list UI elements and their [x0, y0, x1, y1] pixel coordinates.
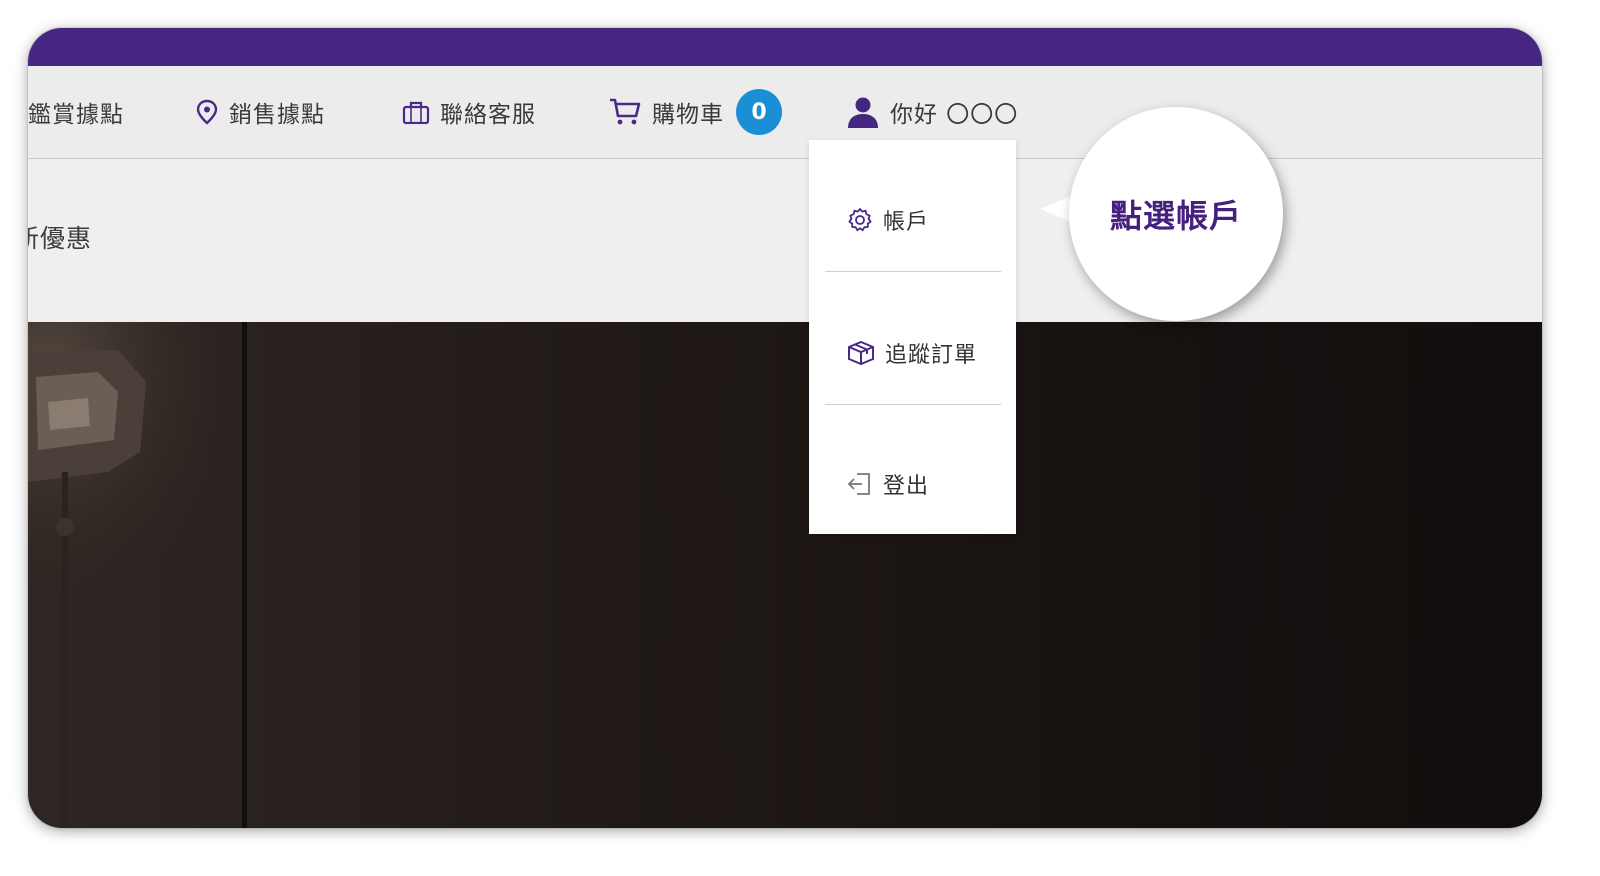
account-dropdown-menu: 帳戶 追蹤訂單 登出: [809, 140, 1016, 534]
menu-divider: [825, 404, 1001, 405]
nav-view-points[interactable]: 鑑賞據點: [28, 66, 124, 158]
cart-count-badge: 0: [736, 89, 782, 135]
location-pin-icon: [195, 99, 219, 125]
menu-item-track-order[interactable]: 追蹤訂單: [809, 313, 1016, 393]
main-navigation: 鑑賞據點 銷售據點 聯絡客服 購物車 0 你好 〇〇〇: [28, 66, 1542, 159]
menu-item-logout-label: 登出: [883, 474, 930, 499]
nav-cart[interactable]: 購物車 0: [608, 66, 782, 158]
callout-text: 點選帳戶: [1109, 197, 1242, 235]
nav-customer-service[interactable]: 聯絡客服: [402, 66, 536, 158]
briefcase-icon: [402, 100, 430, 124]
menu-item-track-order-label: 追蹤訂單: [885, 343, 978, 368]
user-icon: [846, 95, 880, 129]
nav-sales-points-label: 銷售據點: [229, 102, 325, 128]
greeting-text: 你好 〇〇〇: [890, 102, 1019, 128]
browser-frame: 鑑賞據點 銷售據點 聯絡客服 購物車 0 你好 〇〇〇 優惠 帳戶 追蹤訂單 登…: [28, 28, 1542, 828]
menu-item-logout[interactable]: 登出: [809, 444, 1016, 524]
instruction-callout: 點選帳戶: [1069, 107, 1283, 321]
menu-item-account-label: 帳戶: [883, 210, 930, 235]
hero-lamp-graphic: [28, 322, 448, 828]
top-brand-bar: [28, 28, 1542, 66]
menu-item-account[interactable]: 帳戶: [809, 180, 1016, 260]
hero-image: [28, 322, 1542, 828]
nav-sales-points[interactable]: 銷售據點: [195, 66, 325, 158]
promo-strip: 新優惠: [28, 159, 1542, 322]
cart-icon: [608, 97, 642, 127]
promo-link[interactable]: 新優惠: [28, 219, 92, 255]
logout-icon: [847, 471, 873, 497]
hero-wall-seam: [242, 322, 247, 828]
gear-icon: [847, 207, 873, 233]
nav-cart-label: 購物車: [652, 102, 724, 128]
package-icon: [847, 340, 875, 366]
menu-divider: [825, 271, 1001, 272]
nav-customer-service-label: 聯絡客服: [440, 102, 536, 128]
nav-view-points-label: 鑑賞據點: [28, 102, 124, 128]
